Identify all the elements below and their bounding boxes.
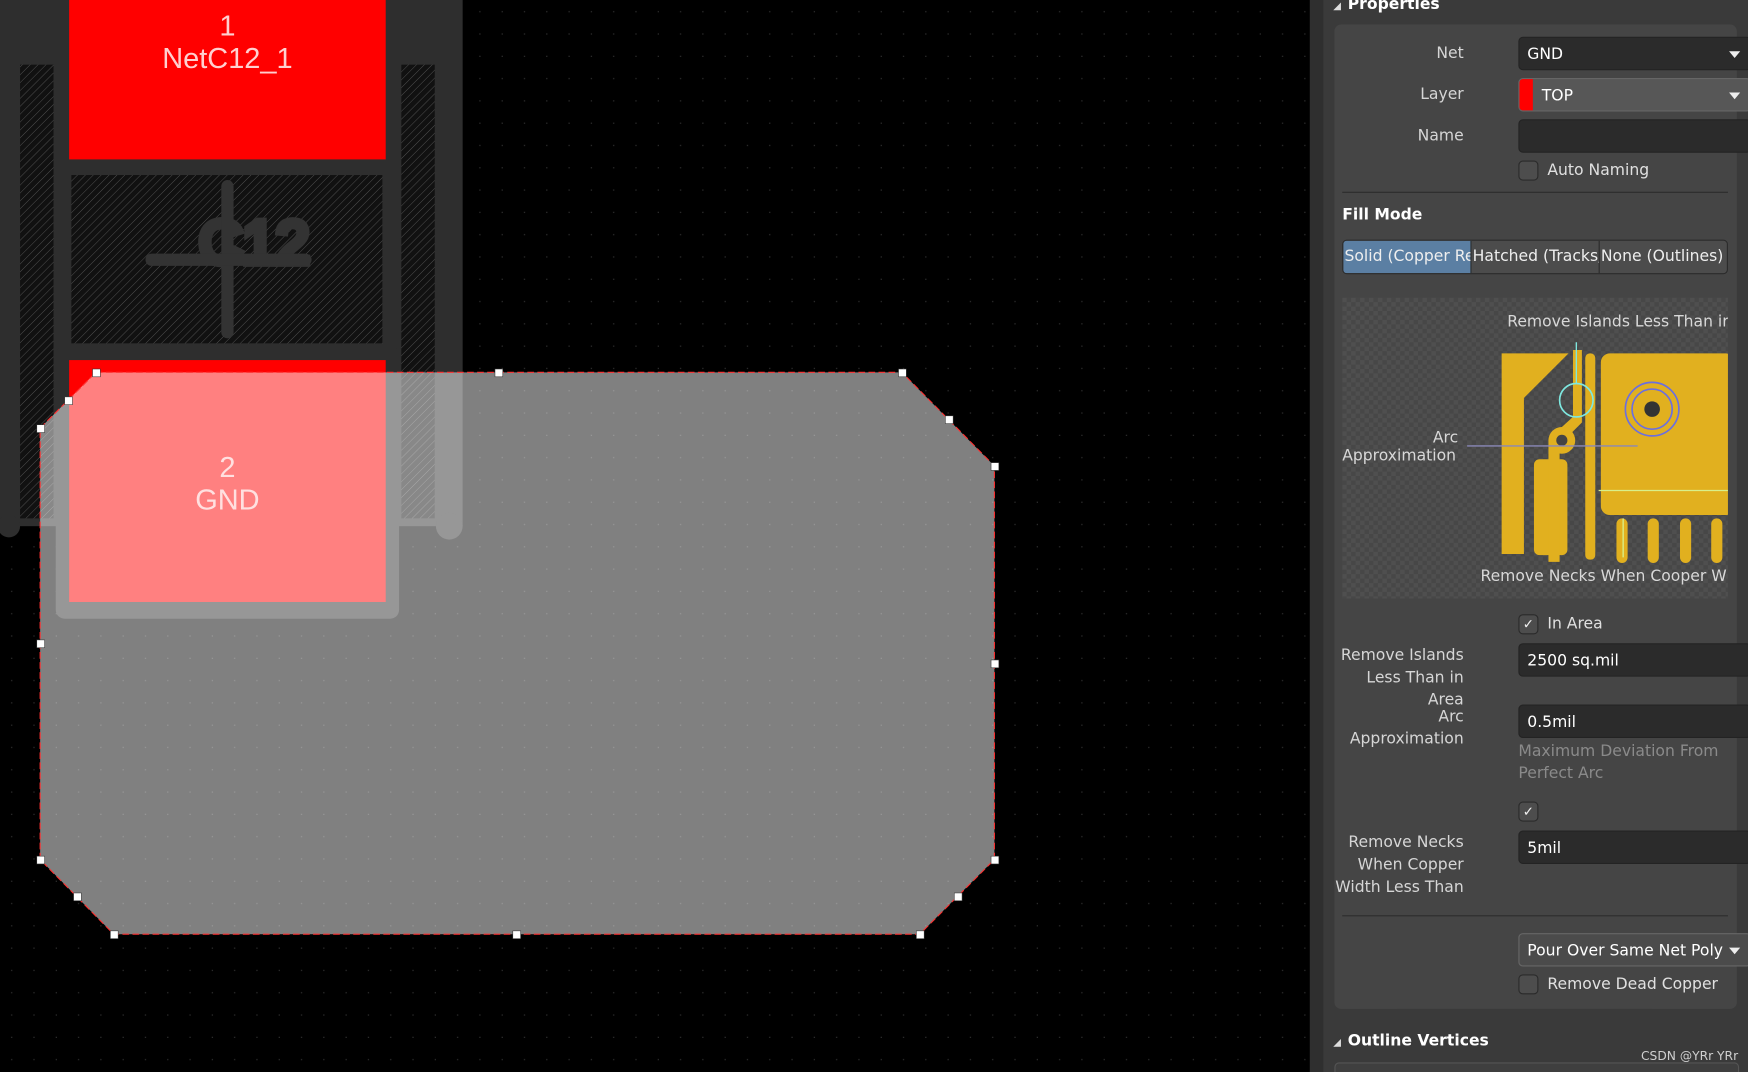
arc-approx-hint-1: Maximum Deviation From <box>1518 742 1719 761</box>
remove-necks-label-1: Remove Necks <box>1348 833 1464 852</box>
arc-approx-label-1: Arc <box>1438 707 1464 726</box>
vertex-handle[interactable] <box>110 930 119 939</box>
name-input[interactable] <box>1518 119 1748 153</box>
in-area-checkbox[interactable]: ✓ <box>1518 614 1539 635</box>
edge-handle[interactable] <box>990 659 1000 669</box>
fill-mode-solid[interactable]: Solid (Copper Re <box>1343 240 1472 274</box>
properties-panel: ◢ Properties Net GND Layer TOP Name Auto … <box>1309 0 1748 1072</box>
pad-2-net: GND <box>195 484 259 516</box>
properties-group: Net GND Layer TOP Name Auto Naming Fill … <box>1334 24 1748 1009</box>
illus-label-approx: Approximation <box>1342 446 1456 464</box>
pad-1-number: 1 <box>219 11 235 43</box>
pour-over-value: Pour Over Same Net Poly <box>1527 942 1724 960</box>
remove-necks-checkbox[interactable]: ✓ <box>1518 801 1539 822</box>
vertex-handle[interactable] <box>36 855 45 865</box>
collapse-triangle-icon: ◢ <box>1333 1 1342 13</box>
layer-label: Layer <box>1420 85 1464 104</box>
remove-necks-input[interactable]: 5mil <box>1518 830 1748 864</box>
fill-mode-title: Fill Mode <box>1342 206 1423 225</box>
name-label: Name <box>1417 127 1464 145</box>
auto-naming-label: Auto Naming <box>1547 161 1650 180</box>
pcb-view[interactable]: C12 1 NetC12_1 2 GND <box>0 0 1310 1072</box>
in-area-label: In Area <box>1547 615 1603 634</box>
illus-label-arc: Arc <box>1433 429 1458 447</box>
vertex-handle[interactable] <box>990 855 1000 865</box>
chevron-down-icon <box>1729 947 1741 955</box>
pour-over-dropdown[interactable]: Pour Over Same Net Poly <box>1518 933 1748 967</box>
edge-handle[interactable] <box>494 368 504 378</box>
illus-label-necks: Remove Necks When Cooper W <box>1480 567 1726 585</box>
properties-title: Properties <box>1347 0 1440 14</box>
remove-islands-label-1: Remove Islands <box>1340 646 1464 665</box>
vertex-handle[interactable] <box>36 424 45 433</box>
edge-handle[interactable] <box>73 892 82 902</box>
properties-section-header[interactable]: ◢ Properties <box>1333 0 1439 13</box>
pcb-canvas[interactable]: C12 1 NetC12_1 2 GND <box>0 0 1310 1072</box>
remove-necks-label-2: When Copper <box>1357 856 1464 875</box>
remove-islands-label-2: Less Than in Area <box>1366 668 1464 710</box>
layer-color-swatch <box>1519 79 1533 111</box>
pad-1-net: NetC12_1 <box>162 43 292 75</box>
panel-scroll-strip[interactable] <box>1309 0 1324 1072</box>
outline-vertices-title: Outline Vertices <box>1347 1032 1489 1051</box>
chevron-down-icon <box>1729 51 1741 58</box>
remove-islands-input[interactable]: 2500 sq.mil <box>1518 643 1748 677</box>
remove-necks-label-3: Width Less Than <box>1335 878 1464 897</box>
net-dropdown[interactable]: GND <box>1518 36 1748 71</box>
collapse-triangle-icon: ◢ <box>1333 1037 1342 1050</box>
fill-mode-segmented: Solid (Copper Re Hatched (Tracks/ None (… <box>1342 239 1728 275</box>
outline-vertices-table <box>1334 1062 1740 1072</box>
arc-approx-input[interactable]: 0.5mil <box>1518 704 1748 738</box>
net-label: Net <box>1436 44 1464 63</box>
fill-mode-hatched[interactable]: Hatched (Tracks/ <box>1472 240 1600 274</box>
divider <box>1342 915 1728 917</box>
arc-approx-label-2: Approximation <box>1349 730 1464 749</box>
chevron-down-icon <box>1729 92 1741 100</box>
vertex-handle[interactable] <box>898 368 907 378</box>
designator-text: C12 <box>199 209 309 276</box>
net-value: GND <box>1527 45 1564 64</box>
pad-2-number: 2 <box>219 452 235 484</box>
edge-handle[interactable] <box>953 892 963 902</box>
edge-handle[interactable] <box>512 930 521 939</box>
vertex-handle[interactable] <box>916 930 925 939</box>
vertex-handle[interactable] <box>92 368 101 378</box>
fill-mode-illustration: Remove Islands Less Than ir Arc Approxim… <box>1342 297 1735 599</box>
divider <box>1342 191 1728 193</box>
outline-vertices-header[interactable]: ◢ Outline Vertices <box>1333 1032 1489 1050</box>
vertex-handle[interactable] <box>990 462 1000 471</box>
remove-dead-copper-label: Remove Dead Copper <box>1547 975 1718 994</box>
layer-dropdown[interactable]: TOP <box>1518 78 1748 112</box>
arc-approx-hint-2: Perfect Arc <box>1518 764 1604 783</box>
polygon-pour[interactable] <box>39 371 995 935</box>
watermark: CSDN @YRr YRr <box>1640 1049 1739 1064</box>
auto-naming-checkbox[interactable] <box>1518 160 1539 181</box>
edge-handle[interactable] <box>945 415 954 424</box>
illus-label-islands: Remove Islands Less Than ir <box>1507 313 1728 331</box>
fill-mode-none[interactable]: None (Outlines) <box>1600 241 1727 273</box>
layer-value: TOP <box>1541 86 1574 105</box>
edge-handle[interactable] <box>36 639 45 648</box>
edge-handle[interactable] <box>64 396 73 405</box>
remove-dead-copper-checkbox[interactable] <box>1518 974 1539 995</box>
